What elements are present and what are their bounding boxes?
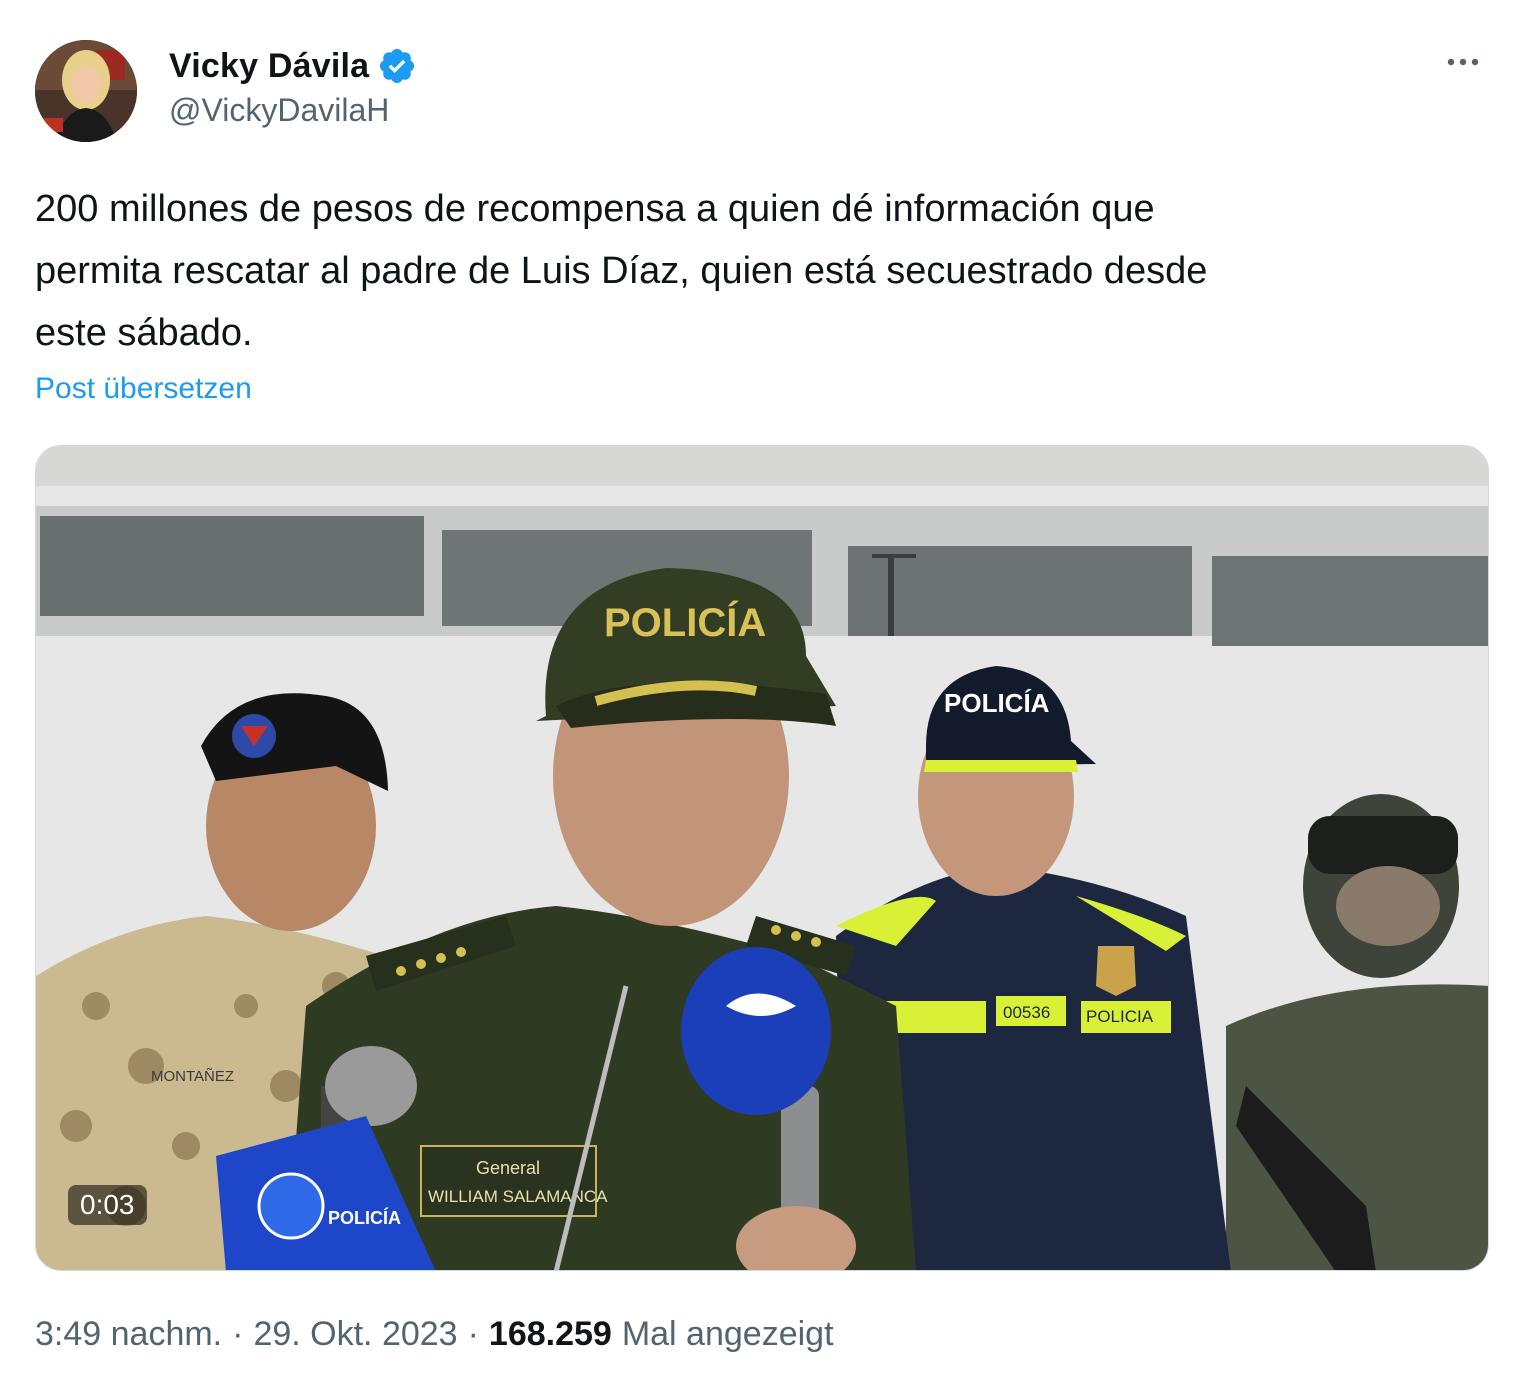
tweet-meta: 3:49 nachm. · 29. Okt. 2023 · 168.259 Ma… [35,1315,834,1354]
tweet-date[interactable]: 29. Okt. 2023 [253,1315,457,1354]
meta-separator: · [467,1315,479,1353]
uniform-name-left: MONTAÑEZ [151,1068,234,1085]
video-frame: MONTAÑEZ 00536 POLICIA POLICÍA General W… [36,446,1488,1270]
video-duration-badge: 0:03 [68,1185,147,1225]
views-count[interactable]: 168.259 [489,1315,612,1354]
more-horizontal-icon [1447,58,1479,66]
cap-text-front: POLICÍA [604,600,766,645]
views-label: Mal angezeigt [621,1315,834,1353]
tweet-text: 200 millones de pesos de recompensa a qu… [35,178,1475,364]
tweet-text-line: este sábado. [35,312,253,354]
tweet-text-line: 200 millones de pesos de recompensa a qu… [35,188,1155,230]
vest-label: POLICIA [1086,1007,1154,1026]
meta-separator: · [232,1315,244,1353]
badge-number: 00536 [1003,1003,1050,1022]
nametag-name: WILLIAM SALAMANCA [428,1187,608,1206]
verified-badge-icon [380,48,415,84]
cap-text-back: POLICÍA [944,688,1050,718]
nametag-rank: General [476,1158,540,1178]
video-player[interactable]: MONTAÑEZ 00536 POLICIA POLICÍA General W… [35,445,1489,1271]
author-display-name[interactable]: Vicky Dávila [169,47,369,86]
tweet-time[interactable]: 3:49 nachm. [35,1315,222,1354]
translate-post-link[interactable]: Post übersetzen [35,372,252,406]
more-options-button[interactable] [1438,42,1488,82]
author-handle[interactable]: @VickyDavilaH [169,92,417,129]
avatar[interactable] [35,40,137,142]
mic-flag-text: POLICÍA [328,1207,401,1228]
tweet-header: Vicky Dávila @VickyDavilaH [35,38,1494,148]
tweet-text-line: permita rescatar al padre de Luis Díaz, … [35,250,1208,292]
profile-photo-icon [35,40,137,142]
